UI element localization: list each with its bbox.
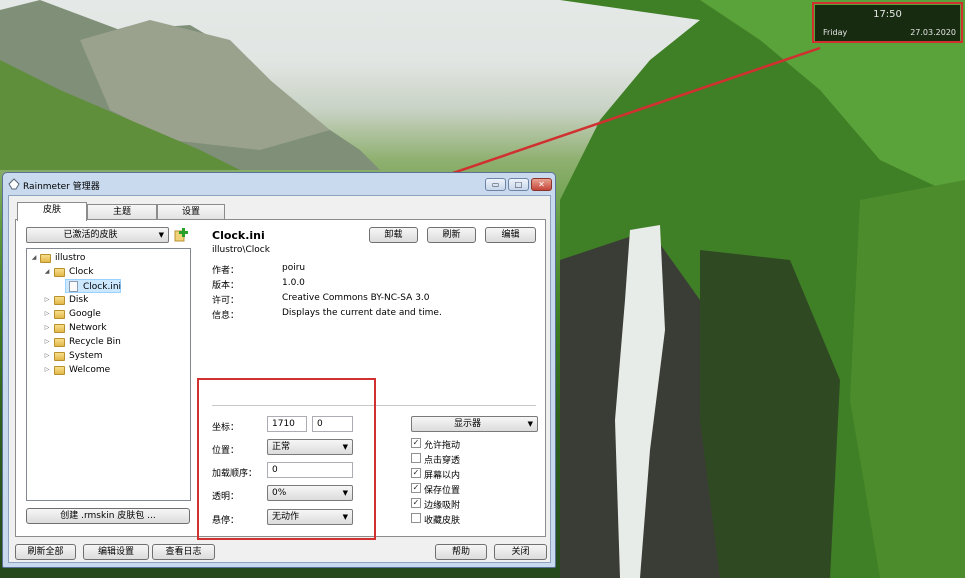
view-log-button[interactable]: 查看日志 bbox=[152, 544, 215, 560]
minimize-icon: ▭ bbox=[491, 180, 500, 189]
collapse-icon[interactable]: ▷ bbox=[43, 363, 51, 377]
tree-item-label: Clock.ini bbox=[83, 282, 122, 292]
version-label: 版本： bbox=[212, 281, 240, 291]
checkbox-label: 收藏皮肤 bbox=[424, 516, 461, 526]
collapse-icon[interactable]: ▷ bbox=[43, 349, 51, 363]
tree-item-illustro[interactable]: ◢ illustro bbox=[27, 251, 187, 265]
tree-item-welcome[interactable]: ▷ Welcome bbox=[27, 363, 187, 377]
close-button[interactable]: 关闭 bbox=[494, 544, 547, 560]
folder-icon bbox=[54, 366, 65, 375]
checkbox-box[interactable]: ✓ bbox=[411, 483, 421, 493]
minimize-button[interactable]: ▭ bbox=[485, 178, 506, 191]
tree-item-label: Welcome bbox=[69, 365, 111, 375]
create-rmskin-button[interactable]: 创建 .rmskin 皮肤包 ... bbox=[26, 508, 190, 524]
license-label: 许可： bbox=[212, 296, 240, 306]
close-window-button[interactable]: ✕ bbox=[531, 178, 552, 191]
expand-icon[interactable]: ◢ bbox=[43, 265, 51, 279]
rainmeter-icon bbox=[8, 178, 20, 190]
folder-icon bbox=[54, 338, 65, 347]
info-value: Displays the current date and time. bbox=[282, 308, 442, 318]
close-icon: ✕ bbox=[538, 180, 545, 189]
skin-options: ✓ 允许拖动 点击穿透 ✓ 屏幕以内 ✓ 保存位置 ✓ 边缘吸附 收藏皮肤 bbox=[411, 438, 541, 528]
unload-button[interactable]: 卸载 bbox=[369, 227, 418, 243]
tree-item-recycle-bin[interactable]: ▷ Recycle Bin bbox=[27, 335, 187, 349]
checkbox-label: 屏幕以内 bbox=[424, 471, 461, 481]
checkbox-box[interactable]: ✓ bbox=[411, 438, 421, 448]
add-skin-icon[interactable] bbox=[174, 228, 188, 242]
edit-settings-button[interactable]: 编辑设置 bbox=[83, 544, 149, 560]
checkbox-label: 允许拖动 bbox=[424, 441, 461, 451]
edit-button[interactable]: 编辑 bbox=[485, 227, 536, 243]
refresh-all-button[interactable]: 刷新全部 bbox=[15, 544, 76, 560]
checkbox-box[interactable]: ✓ bbox=[411, 468, 421, 478]
refresh-button[interactable]: 刷新 bbox=[427, 227, 476, 243]
info-label: 信息： bbox=[212, 311, 240, 321]
tab-themes[interactable]: 主题 bbox=[87, 204, 157, 220]
clock-highlight-box bbox=[812, 2, 963, 43]
chevron-down-icon: ▼ bbox=[527, 420, 533, 428]
monitor-dropdown[interactable]: 显示器 ▼ bbox=[411, 416, 538, 432]
version-value: 1.0.0 bbox=[282, 278, 305, 288]
chevron-down-icon: ▼ bbox=[158, 231, 164, 239]
folder-icon bbox=[54, 352, 65, 361]
skin-path: illustro\Clock bbox=[212, 245, 270, 255]
collapse-icon[interactable]: ▷ bbox=[43, 307, 51, 321]
folder-icon bbox=[54, 310, 65, 319]
tree-item-google[interactable]: ▷ Google bbox=[27, 307, 187, 321]
tab-skins[interactable]: 皮肤 bbox=[17, 202, 87, 221]
folder-icon bbox=[40, 254, 51, 263]
checkbox-box[interactable] bbox=[411, 513, 421, 523]
folder-icon bbox=[54, 324, 65, 333]
maximize-icon: □ bbox=[514, 180, 523, 189]
checkbox-label: 边缘吸附 bbox=[424, 501, 461, 511]
collapse-icon[interactable]: ▷ bbox=[43, 293, 51, 307]
checkbox-label: 点击穿透 bbox=[424, 456, 461, 466]
checkbox-box[interactable]: ✓ bbox=[411, 498, 421, 508]
tree-item-label: illustro bbox=[55, 253, 86, 263]
title-bar[interactable]: Rainmeter 管理器 ▭ □ ✕ bbox=[3, 173, 555, 195]
tree-item-clock-ini[interactable]: Clock.ini bbox=[65, 279, 121, 293]
settings-highlight-box bbox=[197, 378, 376, 540]
folder-icon bbox=[54, 296, 65, 305]
collapse-icon[interactable]: ▷ bbox=[43, 335, 51, 349]
tree-item-label: Google bbox=[69, 309, 101, 319]
checkbox-box[interactable] bbox=[411, 453, 421, 463]
help-button[interactable]: 帮助 bbox=[435, 544, 487, 560]
active-skins-label: 已激活的皮肤 bbox=[63, 230, 118, 240]
window-title: Rainmeter 管理器 bbox=[23, 182, 100, 192]
monitor-label: 显示器 bbox=[453, 419, 481, 429]
collapse-icon[interactable]: ▷ bbox=[43, 321, 51, 335]
skin-file-name: Clock.ini bbox=[212, 229, 265, 242]
tab-settings[interactable]: 设置 bbox=[157, 204, 225, 220]
author-label: 作者： bbox=[212, 266, 240, 276]
skins-tree[interactable]: ◢ illustro ◢ Clock Clock.ini ▷ Disk ▷ Go… bbox=[26, 248, 191, 501]
active-skins-dropdown[interactable]: 已激活的皮肤 ▼ bbox=[26, 227, 169, 243]
tree-item-clock[interactable]: ◢ Clock bbox=[27, 265, 187, 279]
tree-item-label: Disk bbox=[69, 295, 89, 305]
ini-file-icon bbox=[69, 281, 78, 292]
checkbox-label: 保存位置 bbox=[424, 486, 461, 496]
maximize-button[interactable]: □ bbox=[508, 178, 529, 191]
folder-icon bbox=[54, 268, 65, 277]
tree-item-system[interactable]: ▷ System bbox=[27, 349, 187, 363]
author-value: poiru bbox=[282, 263, 306, 273]
expand-icon[interactable]: ◢ bbox=[30, 251, 38, 265]
tree-item-network[interactable]: ▷ Network bbox=[27, 321, 187, 335]
tree-item-disk[interactable]: ▷ Disk bbox=[27, 293, 187, 307]
tree-item-label: Recycle Bin bbox=[69, 337, 121, 347]
tree-item-label: Clock bbox=[69, 267, 94, 277]
tree-item-label: Network bbox=[69, 323, 107, 333]
tree-item-label: System bbox=[69, 351, 103, 361]
license-value: Creative Commons BY-NC-SA 3.0 bbox=[282, 293, 430, 303]
